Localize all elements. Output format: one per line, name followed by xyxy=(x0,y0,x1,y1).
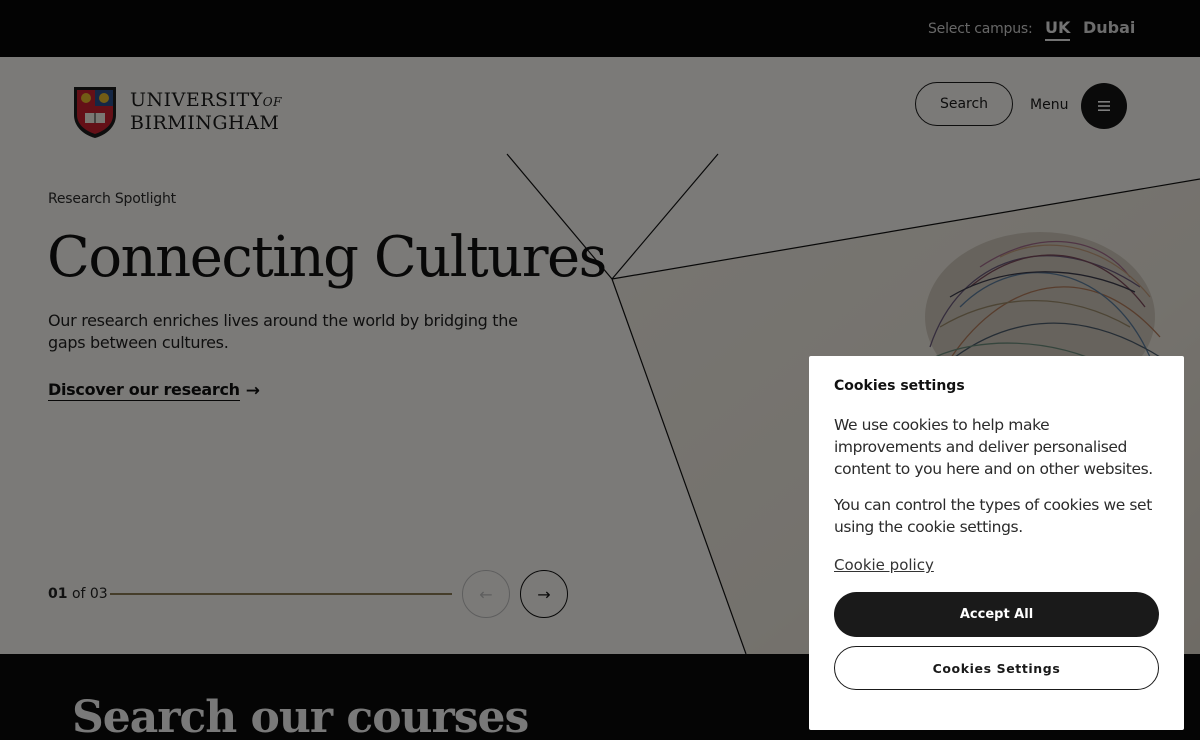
accept-all-button[interactable]: Accept All xyxy=(834,592,1159,637)
cookie-paragraph-1: We use cookies to help make improvements… xyxy=(834,416,1153,478)
cookie-settings-button[interactable]: Cookies Settings xyxy=(834,646,1159,690)
cookie-dialog-title: Cookies settings xyxy=(834,378,965,394)
cookie-policy-link[interactable]: Cookie policy xyxy=(834,556,934,574)
cookie-dialog: Cookies settings We use cookies to help … xyxy=(809,356,1184,730)
cookie-paragraph-2: You can control the types of cookies we … xyxy=(834,496,1152,536)
